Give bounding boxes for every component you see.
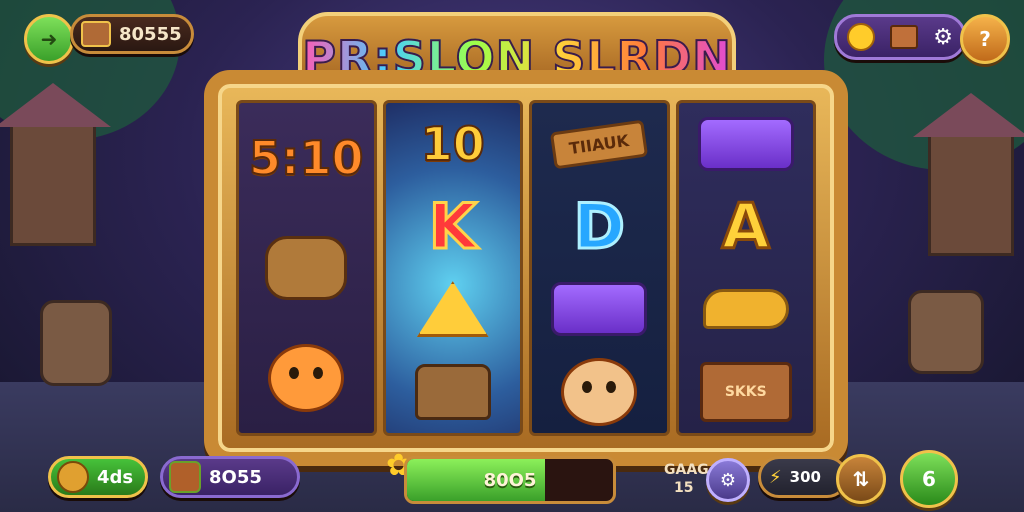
symbol-number: 5:10 bbox=[248, 118, 364, 198]
gold-coin-icon[interactable] bbox=[847, 23, 875, 51]
gamble-value: 15 bbox=[674, 480, 694, 496]
win-meter: 80O5 bbox=[404, 456, 616, 504]
bet-control[interactable]: ⚡ 300 bbox=[758, 456, 848, 498]
symbol-triangle bbox=[401, 269, 505, 349]
slot-frame: 5:10 10 K TIIAUK D A SKKS bbox=[204, 70, 848, 466]
reel-4: A SKKS bbox=[675, 100, 816, 436]
reel-grid: 5:10 10 K TIIAUK D A SKKS bbox=[236, 100, 816, 436]
crate-icon[interactable] bbox=[890, 25, 919, 49]
number-symbol: 10 bbox=[420, 116, 486, 172]
letter-k: K bbox=[427, 189, 478, 265]
gamble-button[interactable]: ⚙ bbox=[706, 458, 750, 502]
left-value: 4ds bbox=[97, 466, 134, 488]
bottom-left-stat: 4ds bbox=[48, 456, 148, 498]
back-button[interactable]: ➜ bbox=[24, 14, 74, 64]
gamble-label: GAAG bbox=[664, 462, 709, 478]
jar-icon bbox=[169, 461, 201, 493]
symbol-cart bbox=[547, 269, 651, 349]
symbol-letter-k: K bbox=[401, 187, 505, 267]
chest-icon bbox=[414, 363, 491, 420]
bet-value: 300 bbox=[789, 468, 821, 486]
help-button[interactable]: ? bbox=[960, 14, 1010, 64]
arrow-left-icon: ➜ bbox=[40, 27, 58, 51]
symbol-plaque: TIIAUK bbox=[547, 104, 651, 184]
barrel-left bbox=[40, 300, 112, 386]
balance-value: 80555 bbox=[119, 23, 182, 45]
symbol-barrel bbox=[254, 228, 358, 308]
triangle-gem-icon bbox=[416, 281, 489, 338]
purple-cart-icon bbox=[697, 117, 794, 172]
gear-icon: ⚙ bbox=[719, 469, 737, 491]
barrel-right bbox=[908, 290, 984, 374]
letter-a: A bbox=[720, 189, 771, 265]
crate-symbol: SKKS bbox=[699, 361, 792, 422]
symbol-letter-a: A bbox=[694, 187, 798, 267]
reel-2: 10 K bbox=[382, 100, 523, 436]
nut-bag-icon bbox=[57, 461, 89, 493]
spin-button[interactable]: 6 bbox=[900, 450, 958, 508]
purple-cart-icon bbox=[551, 282, 648, 337]
gear-icon[interactable]: ⚙ bbox=[933, 25, 953, 50]
hut-right bbox=[913, 93, 1024, 256]
wood-plaque: TIIAUK bbox=[550, 119, 649, 170]
reel-1: 5:10 bbox=[236, 100, 377, 436]
balance-display: 80555 bbox=[70, 14, 194, 54]
banana-icon bbox=[702, 289, 789, 330]
question-icon: ? bbox=[979, 27, 991, 51]
lightning-icon: ⚡ bbox=[769, 466, 782, 488]
bet-adjust-icon: ⇅ bbox=[852, 467, 870, 491]
bet-adjust-button[interactable]: ⇅ bbox=[836, 454, 886, 504]
symbol-cart bbox=[694, 104, 798, 184]
symbol-banana bbox=[694, 269, 798, 349]
symbol-number: 10 bbox=[401, 104, 505, 184]
barrel-icon bbox=[265, 236, 348, 300]
win-value: 80O5 bbox=[483, 469, 537, 491]
number-symbol: 5:10 bbox=[248, 130, 364, 186]
treasure-chest-icon bbox=[81, 21, 111, 47]
hut-left bbox=[0, 83, 111, 246]
spin-value: 6 bbox=[922, 467, 936, 491]
symbol-chest bbox=[401, 352, 505, 432]
reel-3: TIIAUK D bbox=[529, 100, 670, 436]
mid-value: 8O55 bbox=[209, 466, 262, 488]
top-right-toolbar: ⚙ bbox=[834, 14, 966, 60]
kid-face-icon bbox=[561, 357, 638, 426]
symbol-orange-face bbox=[254, 338, 358, 418]
orange-face-icon bbox=[268, 344, 345, 412]
crate-label: SKKS bbox=[724, 383, 767, 400]
symbol-crate: SKKS bbox=[694, 352, 798, 432]
letter-d: D bbox=[572, 189, 626, 265]
symbol-kid-face bbox=[547, 352, 651, 432]
bottom-mid-stat: 8O55 bbox=[160, 456, 300, 498]
symbol-letter-d: D bbox=[547, 187, 651, 267]
